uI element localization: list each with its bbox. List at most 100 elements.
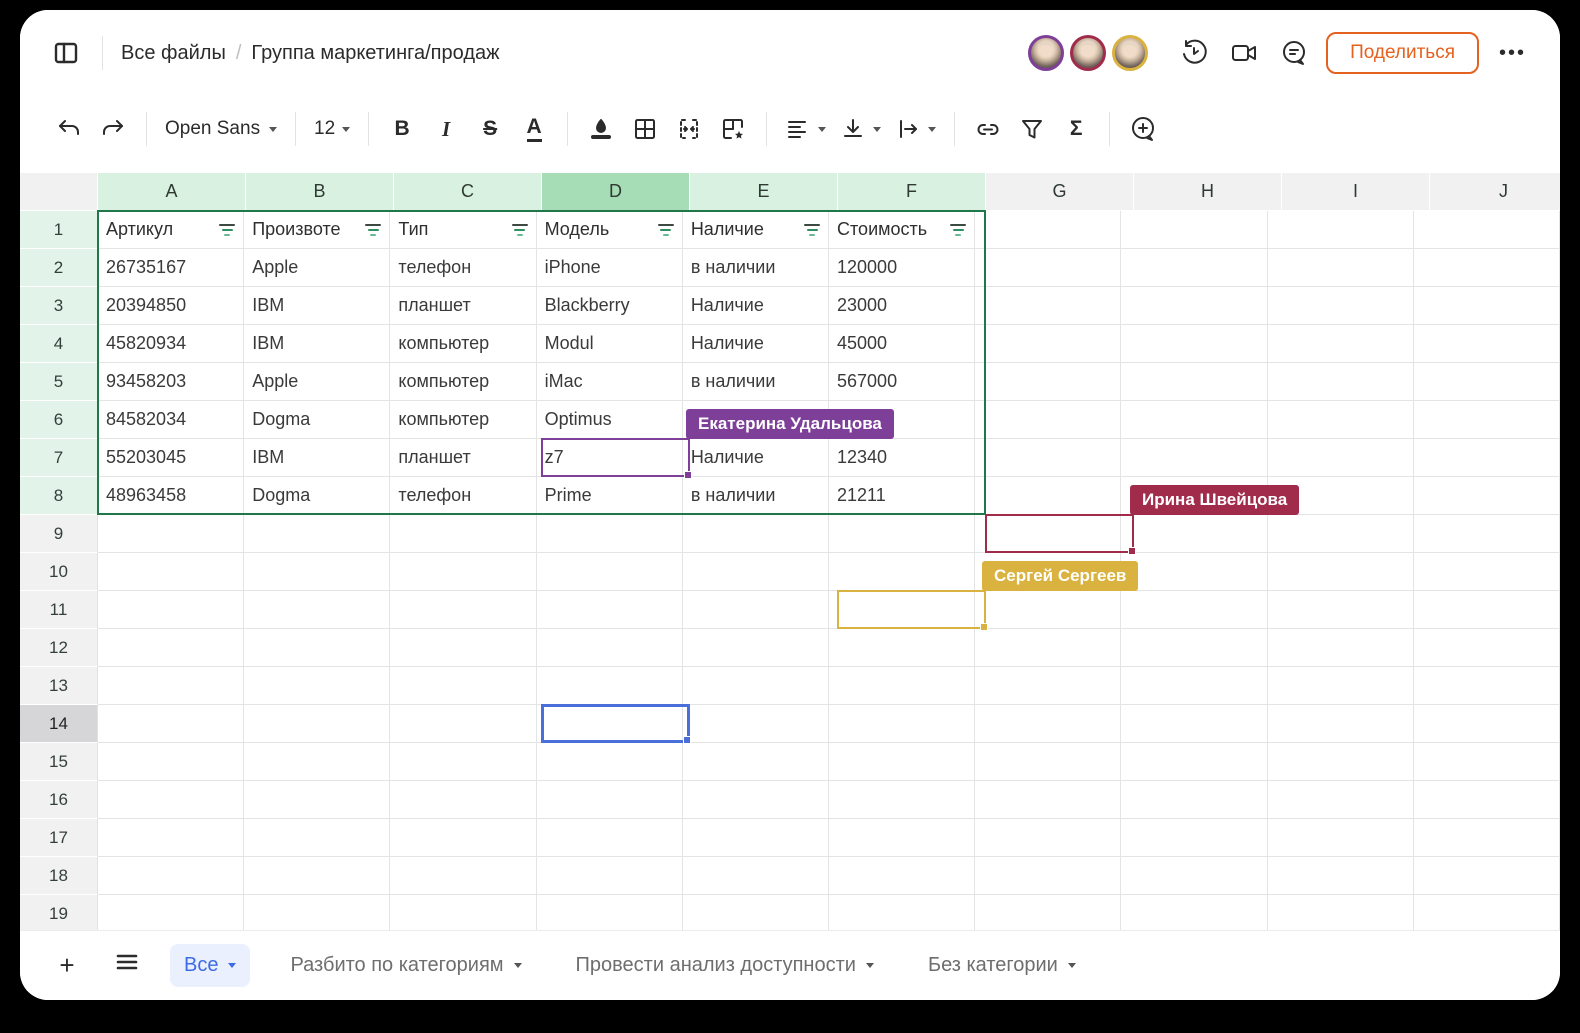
horizontal-align-dropdown[interactable] xyxy=(781,109,830,149)
avatar[interactable] xyxy=(1028,35,1065,71)
cell-D19[interactable] xyxy=(536,895,683,930)
cell-H6[interactable] xyxy=(1121,401,1268,439)
row-header-13[interactable]: 13 xyxy=(20,667,98,705)
cell-I2[interactable] xyxy=(1267,249,1414,287)
undo-icon[interactable] xyxy=(50,109,88,149)
cell-G2[interactable] xyxy=(975,249,1122,287)
version-history-icon[interactable] xyxy=(1176,35,1212,71)
cell-I12[interactable] xyxy=(1267,629,1414,667)
cell-A14[interactable] xyxy=(98,705,245,743)
cell-J14[interactable] xyxy=(1413,705,1560,743)
cell-J4[interactable] xyxy=(1413,325,1560,363)
cell-A11[interactable] xyxy=(98,591,245,629)
cell-B3[interactable]: IBM xyxy=(244,287,391,325)
cell-H11[interactable] xyxy=(1121,591,1268,629)
cell-G1[interactable] xyxy=(975,211,1122,249)
cell-D9[interactable] xyxy=(536,515,683,553)
row-header-5[interactable]: 5 xyxy=(20,363,98,401)
cell-A7[interactable]: 55203045 xyxy=(98,439,245,477)
cell-E7[interactable]: Наличие xyxy=(682,439,830,477)
column-filter-icon[interactable] xyxy=(657,223,674,236)
cell-E5[interactable]: в наличии xyxy=(682,363,830,401)
cell-B4[interactable]: IBM xyxy=(244,325,391,363)
cell-C8[interactable]: телефон xyxy=(390,477,537,515)
cell-D18[interactable] xyxy=(536,857,683,895)
cell-D7[interactable]: z7 xyxy=(536,439,683,477)
cell-F18[interactable] xyxy=(829,857,976,895)
cell-G18[interactable] xyxy=(975,857,1122,895)
cell-D15[interactable] xyxy=(536,743,683,781)
cell-B7[interactable]: IBM xyxy=(244,439,391,477)
cell-E10[interactable] xyxy=(682,553,830,591)
cell-E11[interactable] xyxy=(682,591,830,629)
cell-G19[interactable] xyxy=(975,895,1122,930)
cell-F12[interactable] xyxy=(829,629,976,667)
cell-J19[interactable] xyxy=(1413,895,1560,930)
cell-J18[interactable] xyxy=(1413,857,1560,895)
cell-A2[interactable]: 26735167 xyxy=(98,249,245,287)
cell-G3[interactable] xyxy=(975,287,1122,325)
cell-I17[interactable] xyxy=(1267,819,1414,857)
more-menu-icon[interactable]: ••• xyxy=(1493,42,1532,65)
cell-B14[interactable] xyxy=(244,705,391,743)
cell-J5[interactable] xyxy=(1413,363,1560,401)
column-filter-icon[interactable] xyxy=(219,223,236,236)
avatar[interactable] xyxy=(1112,35,1149,71)
cell-C19[interactable] xyxy=(390,895,537,930)
cell-I18[interactable] xyxy=(1267,857,1414,895)
sheet-list-icon[interactable] xyxy=(110,949,144,982)
cell-E9[interactable] xyxy=(682,515,830,553)
cell-F1[interactable]: Стоимость xyxy=(829,211,976,249)
row-header-14[interactable]: 14 xyxy=(20,705,98,743)
cell-I5[interactable] xyxy=(1267,363,1414,401)
cell-J12[interactable] xyxy=(1413,629,1560,667)
row-header-18[interactable]: 18 xyxy=(20,857,98,895)
cell-H3[interactable] xyxy=(1121,287,1268,325)
cell-C18[interactable] xyxy=(390,857,537,895)
cell-D2[interactable]: iPhone xyxy=(536,249,683,287)
cell-H19[interactable] xyxy=(1121,895,1268,930)
cell-B12[interactable] xyxy=(244,629,391,667)
cell-I1[interactable] xyxy=(1267,211,1414,249)
cell-C16[interactable] xyxy=(390,781,537,819)
row-header-8[interactable]: 8 xyxy=(20,477,98,515)
italic-button[interactable]: I xyxy=(427,109,465,149)
cell-D1[interactable]: Модель xyxy=(536,211,683,249)
cell-G5[interactable] xyxy=(975,363,1122,401)
cell-D5[interactable]: iMac xyxy=(536,363,683,401)
text-color-button[interactable]: A xyxy=(515,109,553,149)
column-filter-icon[interactable] xyxy=(511,223,528,236)
cell-D12[interactable] xyxy=(536,629,683,667)
cell-I3[interactable] xyxy=(1267,287,1414,325)
cell-H10[interactable] xyxy=(1121,553,1268,591)
cell-B11[interactable] xyxy=(244,591,391,629)
sidebar-toggle-button[interactable] xyxy=(48,35,84,71)
cell-F10[interactable] xyxy=(829,553,976,591)
cell-A12[interactable] xyxy=(98,629,245,667)
cell-H5[interactable] xyxy=(1121,363,1268,401)
cell-J10[interactable] xyxy=(1413,553,1560,591)
column-filter-icon[interactable] xyxy=(950,223,967,236)
insert-cells-icon[interactable] xyxy=(714,109,752,149)
cell-B13[interactable] xyxy=(244,667,391,705)
cell-E18[interactable] xyxy=(682,857,830,895)
cell-E2[interactable]: в наличии xyxy=(682,249,830,287)
row-header-19[interactable]: 19 xyxy=(20,895,98,930)
column-header-B[interactable]: B xyxy=(246,173,394,211)
cell-E17[interactable] xyxy=(682,819,830,857)
cell-D8[interactable]: Prime xyxy=(536,477,683,515)
cell-H9[interactable] xyxy=(1121,515,1268,553)
cell-D14[interactable] xyxy=(536,705,683,743)
share-button[interactable]: Поделиться xyxy=(1326,32,1479,74)
cell-G7[interactable] xyxy=(975,439,1122,477)
cell-I6[interactable] xyxy=(1267,401,1414,439)
cell-B1[interactable]: Произвоте xyxy=(244,211,391,249)
cell-A15[interactable] xyxy=(98,743,245,781)
cell-A19[interactable] xyxy=(98,895,245,930)
merge-cells-icon[interactable] xyxy=(670,109,708,149)
comments-icon[interactable] xyxy=(1276,35,1312,71)
cell-F17[interactable] xyxy=(829,819,976,857)
cell-G16[interactable] xyxy=(975,781,1122,819)
cell-D11[interactable] xyxy=(536,591,683,629)
cell-F5[interactable]: 567000 xyxy=(829,363,976,401)
